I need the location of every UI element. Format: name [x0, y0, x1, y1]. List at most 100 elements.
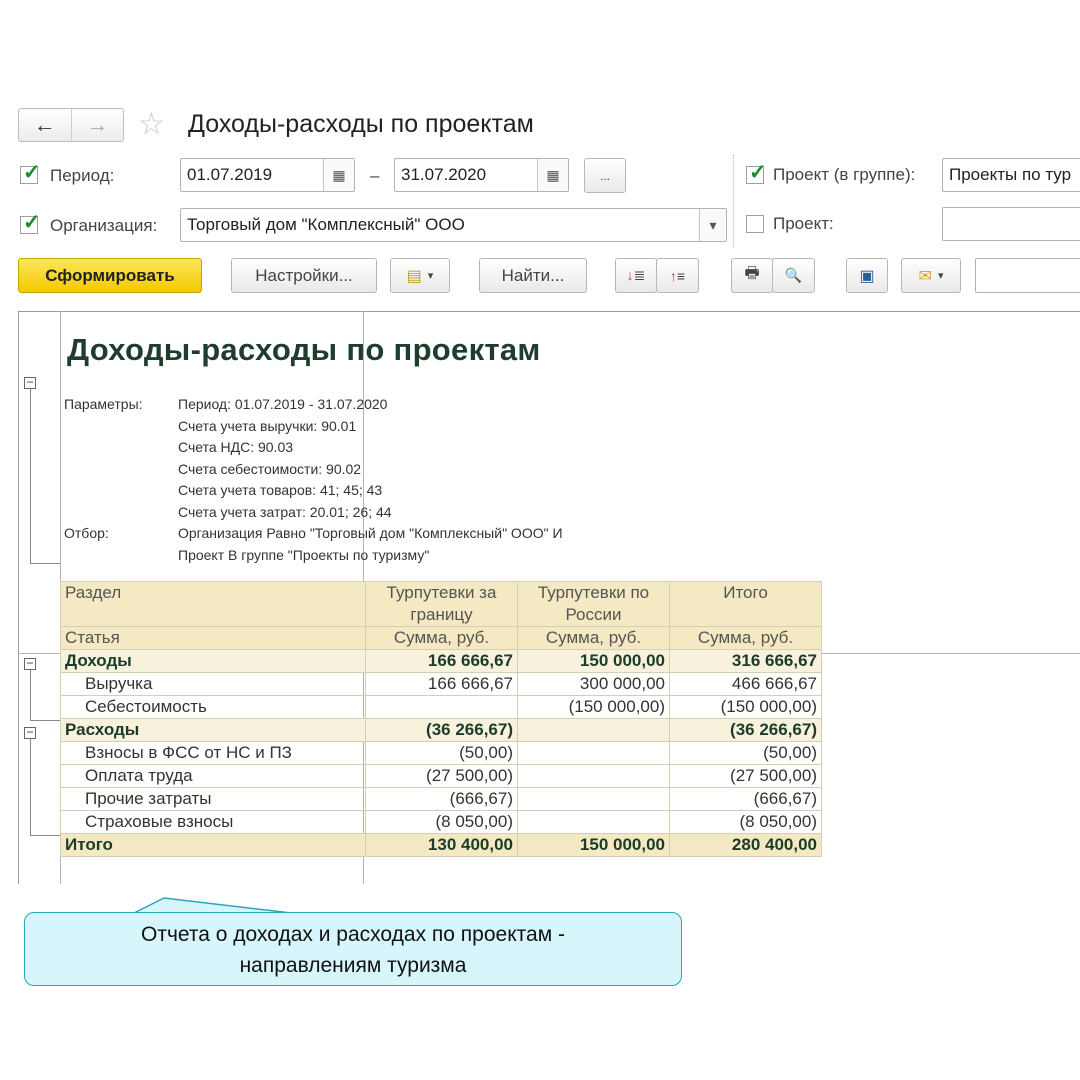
- settings-button[interactable]: Настройки...: [231, 258, 377, 293]
- filter-list: Организация Равно "Торговый дом "Комплек…: [178, 523, 563, 566]
- project-input[interactable]: [942, 207, 1080, 241]
- row-value: 130 400,00: [365, 833, 518, 857]
- date-to-input[interactable]: 31.07.2020 ▦: [394, 158, 569, 192]
- date-dash: –: [370, 166, 380, 185]
- send-email-button[interactable]: ✉ ▾: [901, 258, 961, 293]
- organization-label: Организация:: [50, 216, 158, 235]
- calendar-icon[interactable]: ▦: [537, 159, 568, 191]
- variants-dropdown-button[interactable]: ▤ ▾: [390, 258, 450, 293]
- callout-line: направлениям туризма: [239, 954, 467, 977]
- row-value: [517, 787, 670, 811]
- report-top-border: [18, 311, 1080, 312]
- tree-line: [30, 739, 31, 835]
- row-value: [365, 695, 518, 719]
- row-value: (36 266,67): [365, 718, 518, 742]
- row-value: [517, 810, 670, 834]
- row-value: (666,67): [365, 787, 518, 811]
- period-label: Период:: [50, 166, 115, 185]
- table-row[interactable]: Прочие затраты (666,67) (666,67): [60, 787, 822, 811]
- header-col-abroad-line2: границу: [410, 605, 473, 624]
- tree-line: [30, 563, 60, 564]
- organization-value: Торговый дом "Комплексный" ООО: [187, 215, 465, 234]
- collapse-groups-button[interactable]: ↓≣: [615, 258, 657, 293]
- collapse-income-toggle[interactable]: −: [24, 657, 36, 670]
- generate-button[interactable]: Сформировать: [18, 258, 202, 293]
- table-row[interactable]: Себестоимость (150 000,00) (150 000,00): [60, 695, 822, 719]
- table-row[interactable]: Оплата труда (27 500,00) (27 500,00): [60, 764, 822, 788]
- project-checkbox[interactable]: [746, 215, 764, 233]
- tree-line: [30, 389, 31, 563]
- arrow-left-icon: ←: [33, 112, 56, 137]
- callout-line: Отчета о доходах и расходах по проектам …: [141, 923, 565, 946]
- row-value: 466 666,67: [669, 672, 822, 696]
- nav-buttons: ← →: [18, 108, 124, 142]
- row-label: Оплата труда: [60, 764, 366, 788]
- period-checkbox[interactable]: ✓: [20, 161, 41, 184]
- forward-button[interactable]: →: [72, 109, 124, 141]
- header-col-russia: Турпутевки по России: [517, 581, 670, 627]
- window-title: Доходы-расходы по проектам: [188, 110, 534, 138]
- table-row[interactable]: Выручка 166 666,67 300 000,00 466 666,67: [60, 672, 822, 696]
- organization-select[interactable]: Торговый дом "Комплексный" ООО ▾: [180, 208, 727, 242]
- organization-checkbox[interactable]: ✓: [20, 211, 41, 234]
- header-unit: Сумма, руб.: [365, 626, 518, 650]
- project-group-label: Проект (в группе):: [773, 165, 916, 184]
- find-button[interactable]: Найти...: [479, 258, 587, 293]
- row-value: (150 000,00): [669, 695, 822, 719]
- collapse-header-toggle[interactable]: −: [24, 376, 36, 389]
- print-button[interactable]: 🖶: [731, 258, 773, 293]
- date-from-input[interactable]: 01.07.2019 ▦: [180, 158, 355, 192]
- table-row[interactable]: Взносы в ФСС от НС и ПЗ (50,00) (50,00): [60, 741, 822, 765]
- collapse-expenses-toggle[interactable]: −: [24, 726, 36, 739]
- calendar-icon[interactable]: ▦: [323, 159, 354, 191]
- table-row[interactable]: Страховые взносы (8 050,00) (8 050,00): [60, 810, 822, 834]
- row-value: [517, 764, 670, 788]
- favorite-star-icon[interactable]: ☆: [138, 108, 165, 142]
- period-select-button[interactable]: ...: [584, 158, 626, 193]
- search-input[interactable]: [975, 258, 1080, 293]
- project-group-checkbox[interactable]: ✓: [746, 161, 767, 184]
- row-label: Выручка: [60, 672, 366, 696]
- dropdown-arrow-icon[interactable]: ▾: [699, 209, 726, 241]
- row-value: (36 266,67): [669, 718, 822, 742]
- arrow-right-icon: →: [86, 112, 109, 137]
- param-line: Счета НДС: 90.03: [178, 439, 294, 455]
- row-label: Итого: [60, 833, 366, 857]
- param-line: Счета учета выручки: 90.01: [178, 417, 357, 434]
- expand-groups-button[interactable]: ↑≡: [656, 258, 699, 293]
- row-label: Себестоимость: [60, 695, 366, 719]
- params-list: Период: 01.07.2019 - 31.07.2020 Счета уч…: [178, 394, 392, 523]
- collapse-groups-icon: ↓≣: [626, 267, 646, 283]
- header-unit: Сумма, руб.: [517, 626, 670, 650]
- save-button[interactable]: ▣: [846, 258, 888, 293]
- row-value: (27 500,00): [365, 764, 518, 788]
- row-value: (666,67): [669, 787, 822, 811]
- report-left-border: [18, 311, 19, 884]
- row-label: Доходы: [60, 649, 366, 673]
- row-value: (150 000,00): [517, 695, 670, 719]
- table-subheader-row: Статья Сумма, руб. Сумма, руб. Сумма, ру…: [60, 626, 822, 650]
- table-total-row[interactable]: Итого 130 400,00 150 000,00 280 400,00: [60, 833, 822, 857]
- chevron-down-icon: ▾: [937, 270, 944, 282]
- project-group-input[interactable]: Проекты по тур: [942, 158, 1080, 192]
- row-value: (27 500,00): [669, 764, 822, 788]
- param-line: Счета себестоимости: 90.02: [178, 460, 362, 477]
- row-value: (50,00): [669, 741, 822, 765]
- table-row[interactable]: Расходы (36 266,67) (36 266,67): [60, 718, 822, 742]
- preview-button[interactable]: 🔍: [772, 258, 815, 293]
- row-label: Страховые взносы: [60, 810, 366, 834]
- filter-label: Отбор:: [64, 525, 109, 541]
- back-button[interactable]: ←: [19, 109, 72, 141]
- report-table: Раздел Турпутевки за границу Турпутевки …: [60, 581, 822, 857]
- header-col-abroad-line1: Турпутевки за: [386, 583, 497, 602]
- row-label: Расходы: [60, 718, 366, 742]
- printer-icon: 🖶: [744, 265, 760, 282]
- row-value: 300 000,00: [517, 672, 670, 696]
- table-row[interactable]: Доходы 166 666,67 150 000,00 316 666,67: [60, 649, 822, 673]
- chevron-down-icon: ▾: [427, 270, 434, 282]
- header-unit: Сумма, руб.: [669, 626, 822, 650]
- row-value: (50,00): [365, 741, 518, 765]
- header-section: Раздел: [60, 581, 366, 627]
- row-value: 150 000,00: [517, 649, 670, 673]
- header-article: Статья: [60, 626, 366, 650]
